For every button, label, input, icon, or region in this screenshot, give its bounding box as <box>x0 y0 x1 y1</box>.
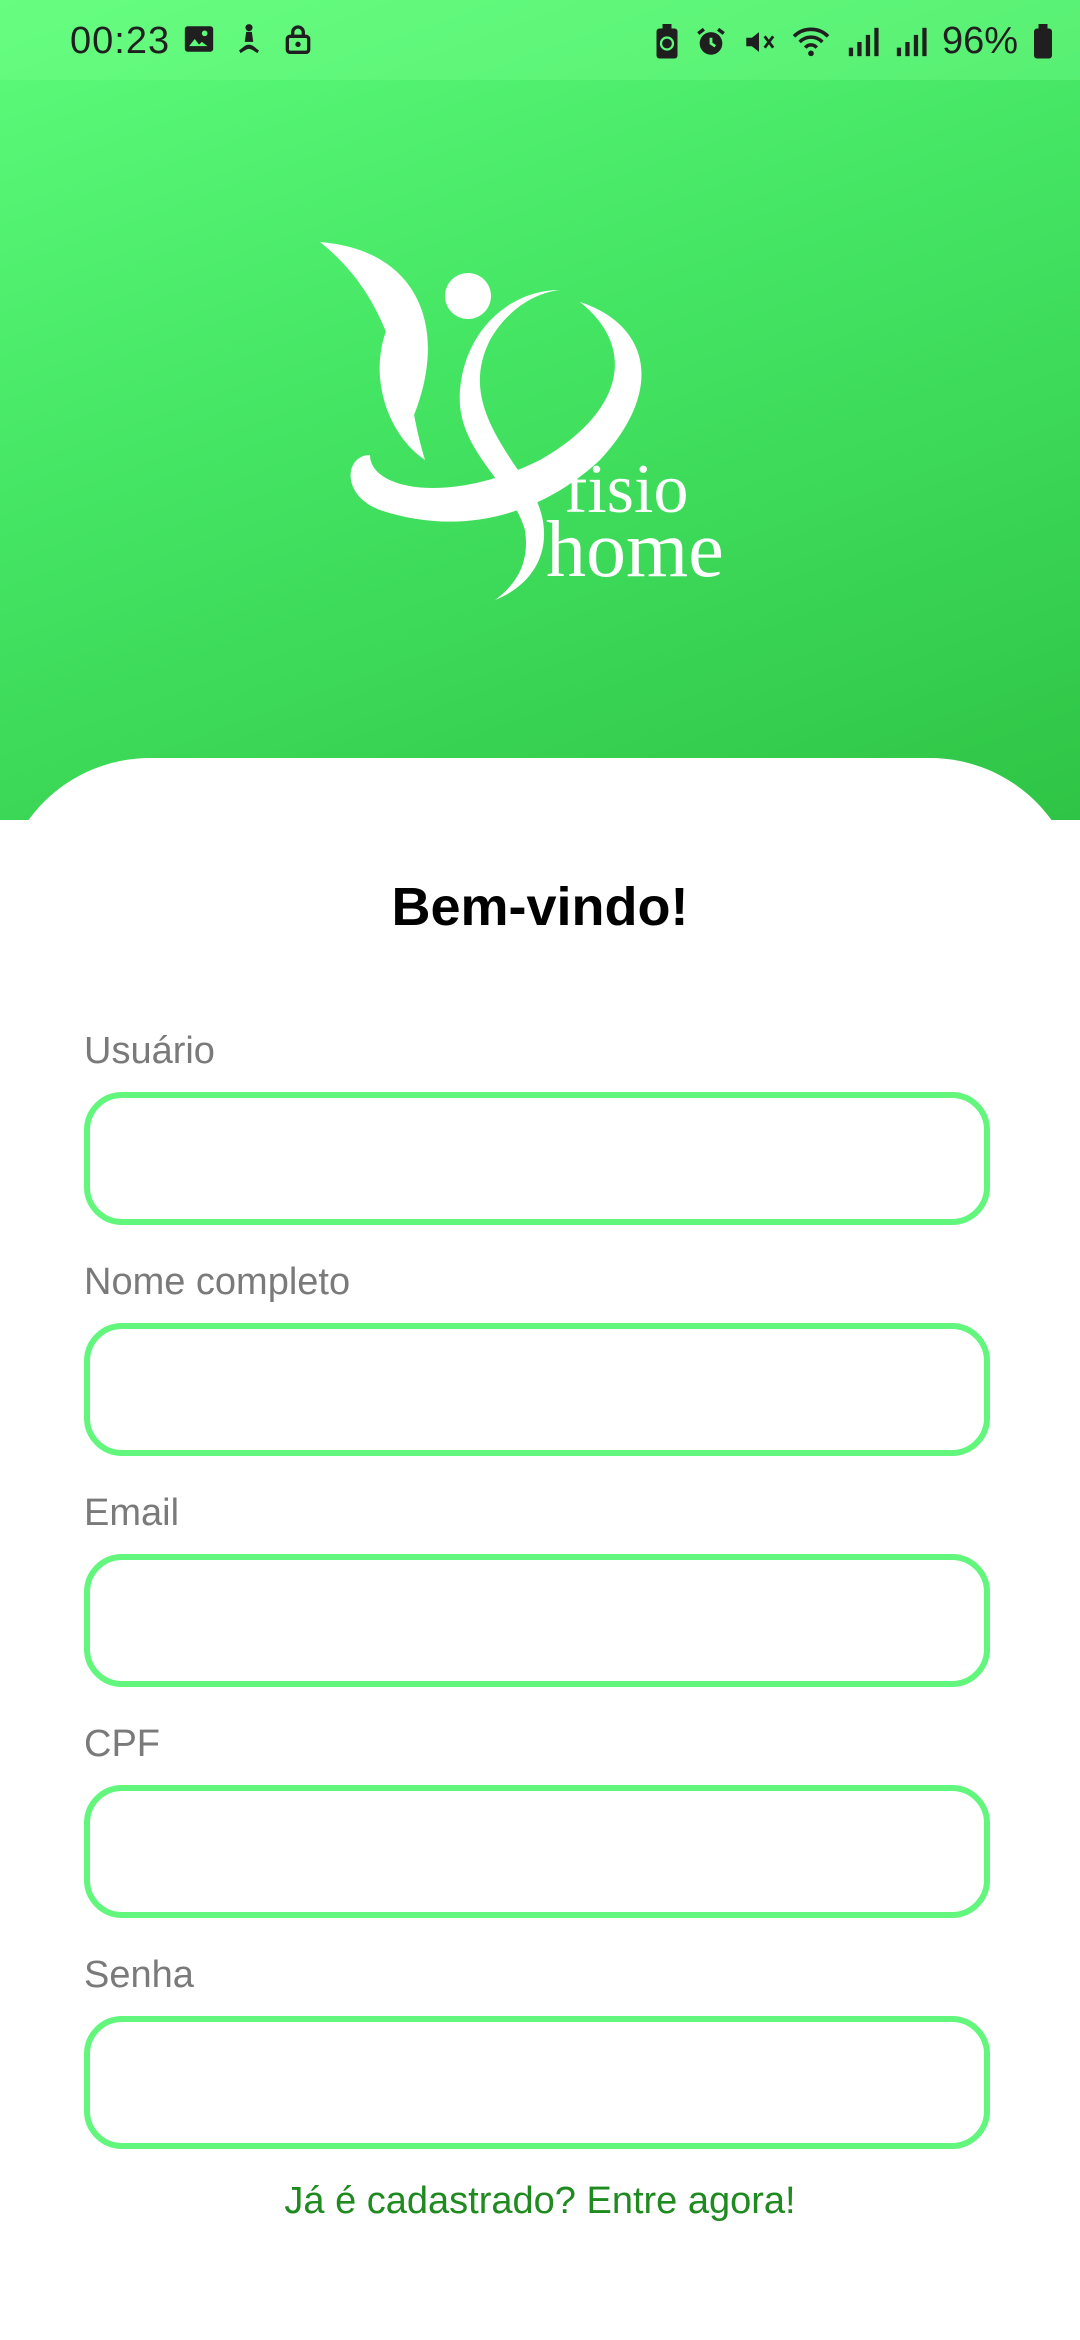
status-bar: 00:23 96% <box>0 0 1080 80</box>
full-name-field[interactable] <box>84 1323 990 1456</box>
password-field[interactable] <box>84 2016 990 2149</box>
signal-icon <box>894 25 928 59</box>
signup-card: Bem-vindo! Usuário Nome completo Email C… <box>0 758 1080 2340</box>
status-right-icons: 96% <box>654 20 1054 63</box>
email-label: Email <box>84 1492 180 1534</box>
image-icon <box>182 22 216 56</box>
battery-icon <box>1032 23 1054 60</box>
signal-icon <box>846 25 880 59</box>
cpf-label: CPF <box>84 1723 160 1765</box>
fisio-home-logo: fisio home <box>300 230 780 610</box>
lock-icon <box>282 22 314 56</box>
mute-icon <box>742 25 776 59</box>
logo-text-home: home <box>546 506 724 594</box>
alarm-icon <box>694 25 728 59</box>
cpf-field[interactable] <box>84 1785 990 1918</box>
battery-saver-icon <box>654 23 680 60</box>
status-left-icons <box>182 22 314 56</box>
username-field[interactable] <box>84 1092 990 1225</box>
status-time: 00:23 <box>70 20 171 62</box>
battery-percent: 96% <box>941 20 1018 62</box>
page-title: Bem-vindo! <box>391 877 689 937</box>
email-field[interactable] <box>84 1554 990 1687</box>
login-link[interactable]: Já é cadastrado? Entre agora! <box>0 2180 1080 2223</box>
username-label: Usuário <box>84 1030 215 1072</box>
password-label: Senha <box>84 1954 194 1996</box>
accessibility-icon <box>232 22 266 56</box>
full-name-label: Nome completo <box>84 1261 351 1303</box>
wifi-icon <box>790 25 832 59</box>
